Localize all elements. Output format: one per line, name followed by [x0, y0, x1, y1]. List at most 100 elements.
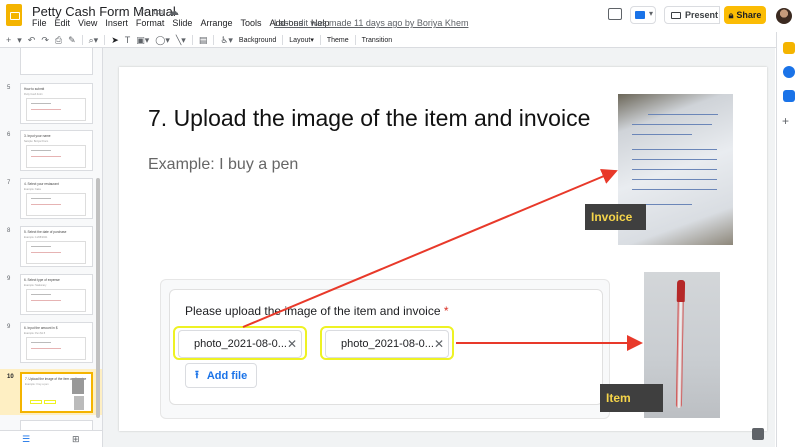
- slide-thumbnail[interactable]: 6. Select type of expense Example: Stati…: [20, 274, 93, 315]
- toolbar-divider: [354, 35, 356, 45]
- share-label: Share: [736, 10, 762, 20]
- paint-format-icon[interactable]: ✎: [68, 35, 76, 46]
- toolbar-divider: [81, 35, 83, 45]
- thumb-title: How to submit: [24, 87, 45, 91]
- slide[interactable]: 7. Upload the image of the item and invo…: [119, 67, 767, 431]
- grid-view-icon[interactable]: ⊞: [72, 434, 80, 445]
- toolbar-divider: [104, 35, 106, 45]
- present-label: Present: [685, 10, 719, 20]
- thumb-item-image: [74, 396, 84, 410]
- tasks-icon[interactable]: [783, 66, 795, 78]
- thumb-subtitle: Example: Pen $1.5: [24, 332, 46, 335]
- invoice-label[interactable]: Invoice: [585, 204, 646, 230]
- thumb-form-preview: [26, 289, 86, 312]
- last-edit-link[interactable]: Last edit was made 11 days ago by Boriya…: [274, 18, 468, 28]
- menu-arrange[interactable]: Arrange: [200, 18, 232, 28]
- line-icon[interactable]: ╲▾: [176, 35, 186, 46]
- slide-number: 5: [7, 85, 11, 91]
- slide-thumbnail[interactable]: [20, 48, 93, 75]
- lock-icon: 🔒︎: [728, 9, 734, 20]
- filmstrip-footer: [0, 430, 103, 447]
- slide-number: 10: [7, 374, 14, 380]
- slide-thumbnail-selected[interactable]: 7. Upload the image of the item and invo…: [20, 372, 93, 413]
- slide-thumbnail[interactable]: 3. Input your name Sample: Boriya Khem: [20, 130, 93, 171]
- menu-view[interactable]: View: [78, 18, 97, 28]
- menu-tools[interactable]: Tools: [240, 18, 261, 28]
- thumb-subtitle: Example: 11/08/2021: [24, 236, 48, 239]
- avatar[interactable]: [776, 8, 792, 24]
- slide-number: 9: [7, 324, 11, 330]
- item-label[interactable]: Item: [600, 384, 663, 412]
- layout-label: Layout: [289, 37, 311, 44]
- background-button[interactable]: Background: [239, 37, 276, 44]
- thumb-form-preview: [26, 193, 86, 216]
- share-button[interactable]: 🔒︎ Share: [724, 6, 766, 24]
- thumb-subtitle: Example: I buy a pen: [25, 383, 49, 386]
- meet-button[interactable]: [630, 6, 656, 24]
- title-bar: Petty Cash Form Manual ☆ ▭ ☁ File Edit V…: [0, 0, 800, 32]
- slides-logo-icon[interactable]: [6, 4, 22, 26]
- present-icon: [671, 11, 681, 19]
- slide-number: 6: [7, 132, 11, 138]
- toolbar-divider: [213, 35, 215, 45]
- filmstrip-scrollbar[interactable]: [96, 178, 100, 418]
- select-cursor-icon[interactable]: ➤: [111, 35, 119, 46]
- shape-icon[interactable]: ◯▾: [155, 35, 170, 46]
- new-slide-dropdown-icon[interactable]: ▾: [17, 35, 22, 46]
- toolbar-divider: [191, 35, 193, 45]
- thumb-highlight-box: [44, 400, 56, 404]
- filmstrip-view-icon[interactable]: ☰: [22, 434, 30, 445]
- transition-button[interactable]: Transition: [362, 37, 392, 44]
- slide-number: 7: [7, 180, 11, 186]
- thumb-form-preview: [26, 145, 86, 168]
- comment-history-icon[interactable]: [608, 8, 622, 20]
- toolbar-divider: [319, 35, 321, 45]
- arrow-to-invoice: [242, 169, 618, 328]
- text-box-icon[interactable]: T: [125, 35, 131, 45]
- menu-insert[interactable]: Insert: [105, 18, 128, 28]
- cloud-status-icon[interactable]: ☁: [168, 5, 179, 18]
- zoom-icon[interactable]: ⌕▾: [89, 35, 99, 46]
- star-icon[interactable]: ☆: [138, 5, 148, 18]
- thumb-invoice-image: [72, 378, 84, 394]
- present-button[interactable]: Present: [664, 6, 720, 24]
- keep-icon[interactable]: [783, 42, 795, 54]
- slide-filmstrip[interactable]: 5 How to submit Petty Cash Form 6 3. Inp…: [0, 48, 103, 434]
- toolbar: + ▾ ↶ ↷ ⎙ ✎ ⌕▾ ➤ T ▣▾ ◯▾ ╲▾ ▤ ♿︎▾ Backgr…: [6, 33, 776, 47]
- redo-icon[interactable]: ↷: [41, 35, 49, 46]
- thumb-form-preview: [26, 337, 86, 360]
- thumb-title: 6. Select type of expense: [24, 278, 60, 282]
- layout-button[interactable]: Layout▾: [289, 36, 314, 44]
- thumb-form-preview: [26, 241, 86, 264]
- menu-edit[interactable]: Edit: [55, 18, 71, 28]
- accessibility-icon[interactable]: ♿︎▾: [220, 35, 233, 46]
- slide-number: 8: [7, 228, 11, 234]
- new-slide-icon[interactable]: +: [6, 35, 11, 45]
- thumb-title: 5. Select the date of purchase: [24, 230, 67, 234]
- slide-thumbnail[interactable]: 4. Select your restaurant Example: Kaka: [20, 178, 93, 219]
- annotation-arrows: [242, 169, 643, 351]
- explore-icon[interactable]: [752, 428, 764, 440]
- print-icon[interactable]: ⎙: [55, 35, 62, 46]
- contacts-icon[interactable]: [783, 90, 795, 102]
- toolbar-divider: [282, 35, 284, 45]
- slide-thumbnail[interactable]: 5. Select the date of purchase Example: …: [20, 226, 93, 267]
- move-folder-icon[interactable]: ▭: [153, 5, 163, 18]
- thumb-title: 4. Select your restaurant: [24, 182, 59, 186]
- menu-file[interactable]: File: [32, 18, 47, 28]
- image-icon[interactable]: ▣▾: [136, 35, 149, 46]
- comment-add-icon[interactable]: ▤: [199, 35, 208, 46]
- side-panel: +: [776, 32, 800, 447]
- theme-button[interactable]: Theme: [327, 37, 349, 44]
- menu-format[interactable]: Format: [136, 18, 165, 28]
- menu-slide[interactable]: Slide: [172, 18, 192, 28]
- thumb-title: 3. Input your name: [24, 134, 51, 138]
- undo-icon[interactable]: ↶: [28, 35, 36, 46]
- thumb-highlight-box: [30, 400, 42, 404]
- thumb-subtitle: Example: Stationary: [24, 284, 47, 287]
- thumb-form-preview: [26, 98, 86, 121]
- slide-thumbnail[interactable]: 6. Input the amount in $ Example: Pen $1…: [20, 322, 93, 363]
- add-on-plus-icon[interactable]: +: [782, 114, 789, 128]
- slide-number: 9: [7, 276, 11, 282]
- slide-thumbnail[interactable]: How to submit Petty Cash Form: [20, 83, 93, 124]
